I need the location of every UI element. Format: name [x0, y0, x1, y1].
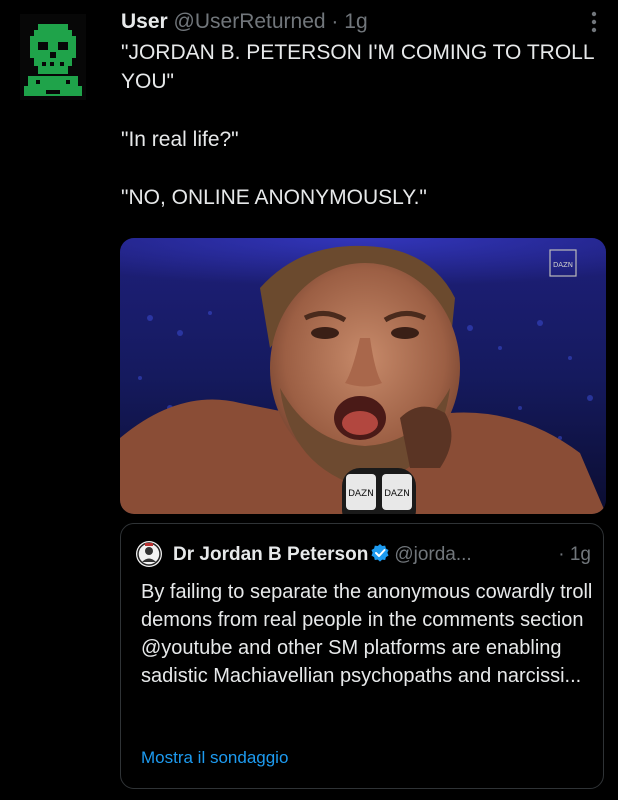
wrestler-photo: DAZN DAZN DAZN — [120, 238, 606, 514]
tweet-text: "JORDAN B. PETERSON I'M COMING TO TROLL … — [121, 38, 601, 212]
quoted-tweet-header: Dr Jordan B Peterson @jorda... — [173, 542, 472, 568]
quoted-author-avatar[interactable] — [135, 540, 163, 568]
quoted-time-wrap: · 1g — [558, 542, 591, 568]
more-options-button[interactable] — [590, 10, 598, 34]
verified-badge-icon — [371, 544, 389, 562]
tweet-media-image[interactable]: DAZN DAZN DAZN — [120, 238, 606, 514]
quoted-avatar-icon — [136, 541, 162, 567]
quoted-author-handle[interactable]: @jorda... — [394, 544, 471, 565]
author-avatar[interactable] — [20, 14, 86, 100]
media-watermark: DAZN — [553, 261, 573, 269]
tweet-header: User @UserReturned · 1g — [121, 8, 368, 36]
quoted-time[interactable]: 1g — [570, 544, 591, 565]
quoted-author-name[interactable]: Dr Jordan B Peterson — [173, 544, 368, 565]
header-separator: · — [325, 10, 345, 33]
quoted-tweet-card[interactable]: Dr Jordan B Peterson @jorda... · 1g By f… — [120, 523, 604, 789]
show-poll-link[interactable]: Mostra il sondaggio — [141, 746, 288, 770]
tweet-line: "NO, ONLINE ANONYMOUSLY." — [121, 186, 427, 209]
mic-label-left: DAZN — [348, 489, 374, 499]
more-vertical-icon — [591, 11, 597, 33]
author-name[interactable]: User — [121, 10, 168, 33]
skull-avatar-icon — [20, 14, 86, 100]
author-handle[interactable]: @UserReturned — [174, 10, 326, 33]
tweet-line: "In real life?" — [121, 128, 239, 151]
mic-label-right: DAZN — [384, 489, 410, 499]
quoted-separator: · — [558, 544, 570, 565]
quoted-tweet-text: By failing to separate the anonymous cow… — [141, 581, 593, 687]
tweet-line: "JORDAN B. PETERSON I'M COMING TO TROLL … — [121, 41, 594, 93]
tweet-time[interactable]: 1g — [344, 10, 367, 33]
